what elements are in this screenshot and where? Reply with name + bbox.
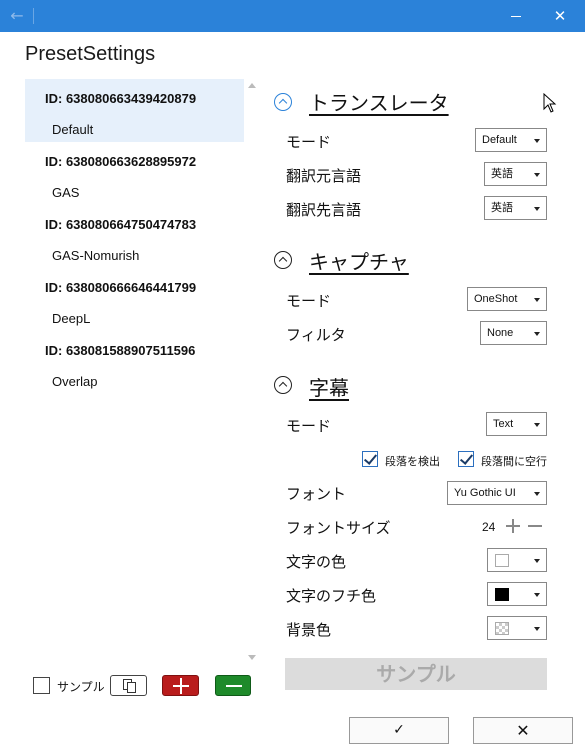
preset-item-overlap[interactable]: ID: 638081588907511596 Overlap <box>25 331 244 394</box>
chevron-down-icon <box>534 627 540 631</box>
preset-name: Overlap <box>52 374 98 389</box>
filter-label: フィルタ <box>286 326 346 344</box>
preset-list: ID: 638080663439420879 Default ID: 63808… <box>25 79 244 679</box>
preset-name: Default <box>52 122 94 137</box>
chevron-down-icon <box>534 492 540 496</box>
capture-mode-select[interactable]: OneShot <box>467 287 547 311</box>
preset-id: ID: 638081588907511596 <box>45 343 196 358</box>
capture-mode-label: モード <box>286 292 332 310</box>
detect-paragraph-checkbox[interactable] <box>362 451 378 467</box>
preset-item-deepl[interactable]: ID: 638080666646441799 DeepL <box>25 268 244 331</box>
subtitle-section-title: 字幕 <box>309 376 349 400</box>
detect-paragraph-label: 段落を検出 <box>385 455 440 468</box>
chevron-down-icon <box>534 139 540 143</box>
plus-icon-vertical <box>180 678 182 694</box>
chevron-down-icon <box>534 423 540 427</box>
minimize-icon[interactable] <box>505 6 527 26</box>
add-preset-button[interactable] <box>162 675 199 696</box>
minus-icon <box>226 685 242 687</box>
target-language-select[interactable]: 英語 <box>484 196 547 220</box>
source-language-label: 翻訳元言語 <box>286 167 362 185</box>
preset-item-default[interactable]: ID: 638080663439420879 Default <box>25 79 244 142</box>
chevron-down-icon <box>534 173 540 177</box>
title-bar: ← ✕ <box>0 0 585 32</box>
filter-select[interactable]: None <box>480 321 547 345</box>
background-color-picker[interactable] <box>487 616 547 640</box>
title-bar-divider <box>33 8 34 24</box>
decrease-font-size-icon[interactable] <box>527 518 543 534</box>
outline-color-picker[interactable] <box>487 582 547 606</box>
chevron-down-icon <box>534 207 540 211</box>
preset-id: ID: 638080663439420879 <box>45 91 197 106</box>
page-title: PresetSettings <box>25 43 156 65</box>
subtitle-mode-label: モード <box>286 417 332 435</box>
sample-preview: サンプル <box>285 658 547 690</box>
copy-preset-button[interactable] <box>110 675 147 696</box>
preset-item-gas-nomurish[interactable]: ID: 638080664750474783 GAS-Nomurish <box>25 205 244 268</box>
capture-mode-value: OneShot <box>474 293 518 305</box>
collapse-subtitle-icon[interactable] <box>274 376 292 394</box>
target-language-label: 翻訳先言語 <box>286 201 362 219</box>
outline-color-swatch <box>495 588 509 601</box>
translator-mode-select[interactable]: Default <box>475 128 547 152</box>
translator-mode-value: Default <box>482 134 517 146</box>
filter-value: None <box>487 327 514 339</box>
preset-item-gas[interactable]: ID: 638080663628895972 GAS <box>25 142 244 205</box>
chevron-down-icon <box>534 298 540 302</box>
font-value: Yu Gothic UI <box>454 487 516 499</box>
translator-section-title: トランスレータ <box>309 91 449 115</box>
font-label: フォント <box>286 485 347 503</box>
translator-mode-label: モード <box>286 133 332 151</box>
copy-icon-front <box>127 682 136 693</box>
text-color-swatch <box>495 554 509 567</box>
outline-color-label: 文字のフチ色 <box>286 587 377 605</box>
mouse-cursor-icon <box>543 93 557 113</box>
font-size-value[interactable]: 24 <box>482 520 495 534</box>
preset-id: ID: 638080664750474783 <box>45 217 197 232</box>
chevron-down-icon <box>534 593 540 597</box>
font-select[interactable]: Yu Gothic UI <box>447 481 547 505</box>
source-language-select[interactable]: 英語 <box>484 162 547 186</box>
scroll-up-arrow-icon[interactable] <box>248 83 256 88</box>
preset-id: ID: 638080663628895972 <box>45 154 197 169</box>
increase-font-size-icon[interactable] <box>505 518 521 534</box>
capture-section-title: キャプチャ <box>309 250 409 274</box>
ok-button[interactable]: ✓ <box>349 717 449 744</box>
subtitle-mode-value: Text <box>493 418 514 430</box>
subtitle-mode-select[interactable]: Text <box>486 412 547 436</box>
text-color-label: 文字の色 <box>286 553 347 571</box>
cancel-button[interactable]: ✕ <box>473 717 573 744</box>
remove-preset-button[interactable] <box>215 675 251 696</box>
chevron-down-icon <box>534 332 540 336</box>
sample-checkbox[interactable] <box>33 677 50 694</box>
preset-name: GAS-Nomurish <box>52 248 140 263</box>
preset-name: GAS <box>52 185 80 200</box>
back-arrow-icon[interactable]: ← <box>6 6 28 26</box>
chevron-down-icon <box>534 559 540 563</box>
font-size-label: フォントサイズ <box>286 519 391 537</box>
close-icon[interactable]: ✕ <box>549 6 571 26</box>
background-color-label: 背景色 <box>286 621 332 639</box>
text-color-picker[interactable] <box>487 548 547 572</box>
background-color-swatch <box>495 622 509 635</box>
paragraph-gap-checkbox[interactable] <box>458 451 474 467</box>
scroll-down-arrow-icon[interactable] <box>248 655 256 660</box>
paragraph-gap-label: 段落間に空行 <box>481 455 547 468</box>
sample-checkbox-label: サンプル <box>57 680 105 694</box>
collapse-translator-icon[interactable] <box>274 93 292 111</box>
preset-name: DeepL <box>52 311 91 326</box>
source-language-value: 英語 <box>491 168 513 180</box>
preset-id: ID: 638080666646441799 <box>45 280 197 295</box>
target-language-value: 英語 <box>491 202 513 214</box>
collapse-capture-icon[interactable] <box>274 251 292 269</box>
